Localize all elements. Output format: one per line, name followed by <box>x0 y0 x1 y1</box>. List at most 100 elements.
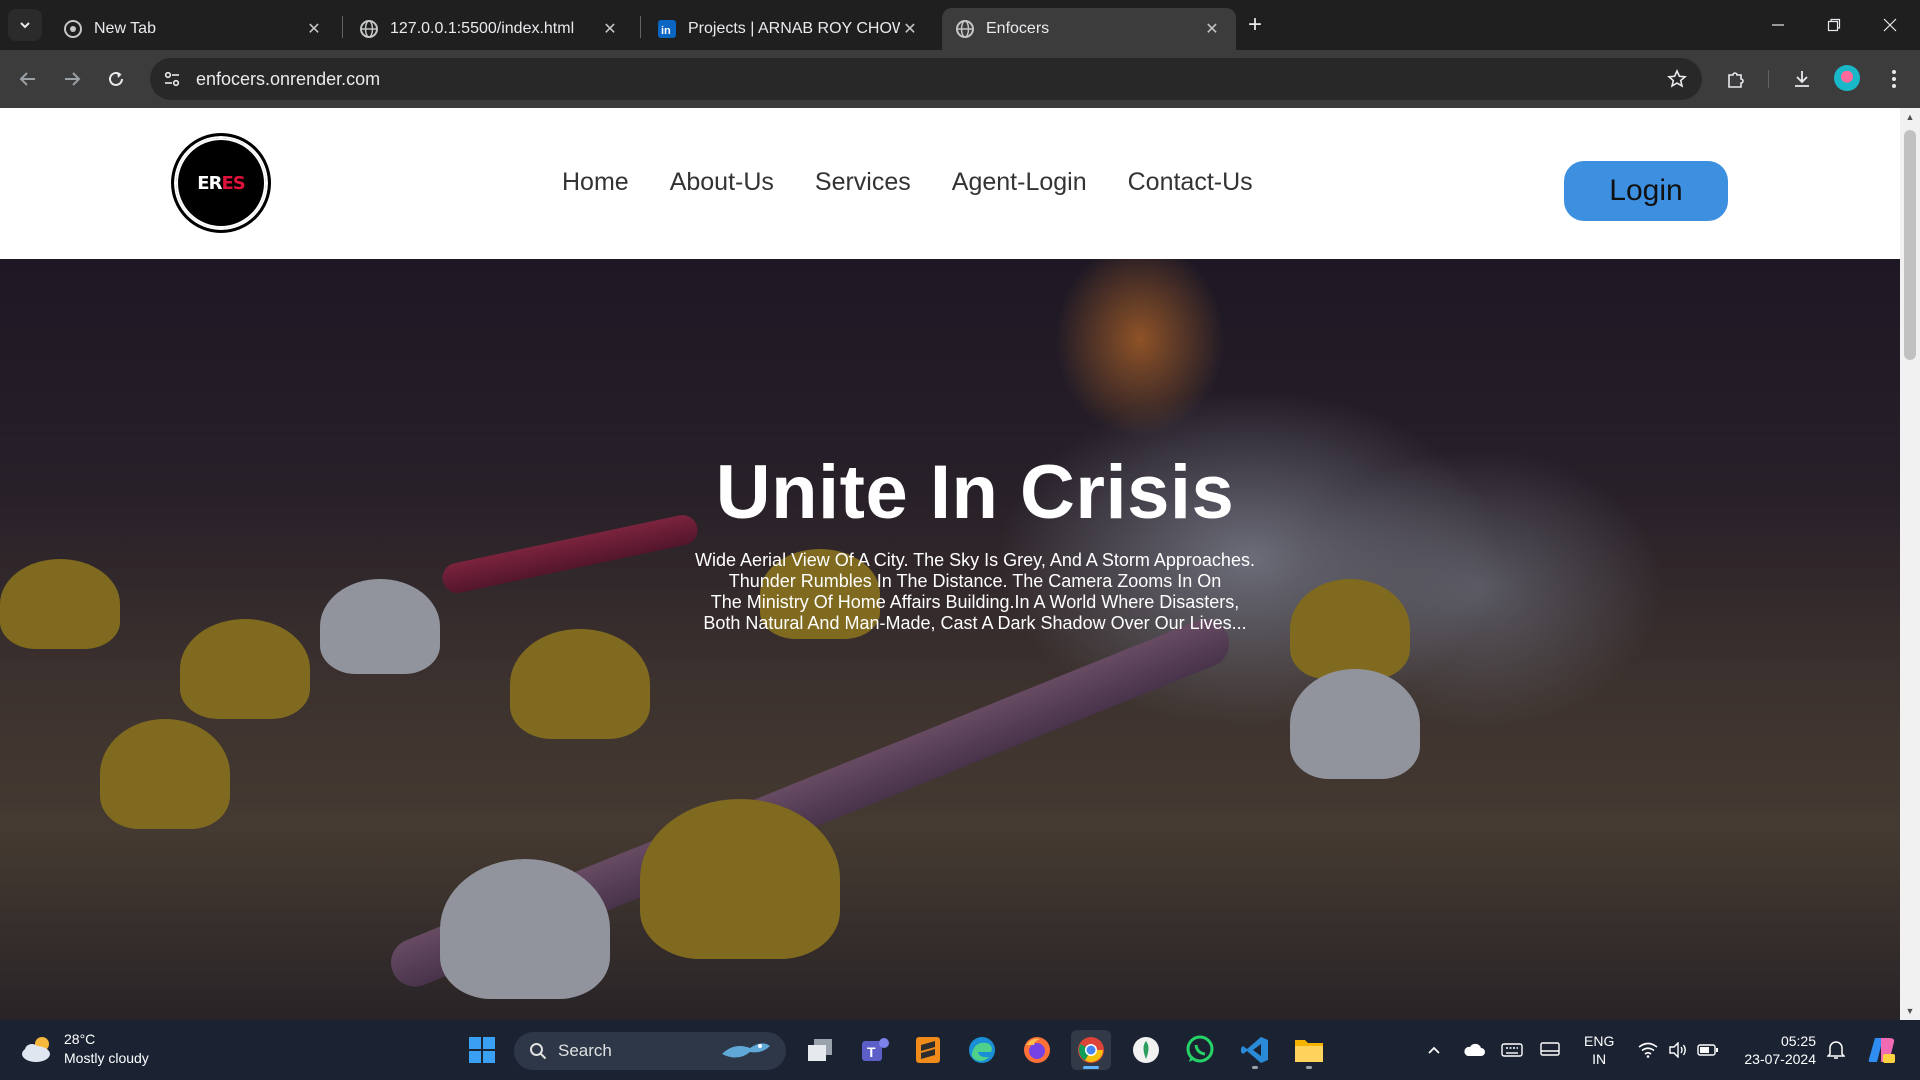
cloud-icon <box>20 1034 56 1064</box>
vpn-app[interactable] <box>1126 1030 1166 1070</box>
weather-widget[interactable]: 28°C Mostly cloudy <box>20 1030 149 1068</box>
battery-tray[interactable] <box>1694 1020 1722 1080</box>
cloud-icon <box>1464 1043 1485 1056</box>
nav-agent-login[interactable]: Agent-Login <box>952 168 1087 197</box>
lang-line2: IN <box>1592 1051 1607 1067</box>
hero-line: Both Natural And Man-Made, Cast A Dark S… <box>703 613 1247 633</box>
svg-text:T: T <box>867 1044 876 1060</box>
logo-wordmark: ERES <box>197 172 245 194</box>
forward-button[interactable] <box>56 63 88 95</box>
weather-desc: Mostly cloudy <box>64 1050 149 1066</box>
start-button[interactable] <box>462 1030 502 1070</box>
weather-temp: 28°C <box>64 1031 96 1047</box>
keyboard-tray[interactable] <box>1498 1020 1526 1080</box>
chevron-down-icon <box>20 22 30 29</box>
tab-separator <box>342 16 343 38</box>
tab-title: New Tab <box>94 20 156 37</box>
chrome-icon <box>1078 1037 1104 1063</box>
volume-tray[interactable] <box>1664 1020 1692 1080</box>
close-icon[interactable]: ✕ <box>304 19 324 39</box>
scroll-thumb[interactable] <box>1904 130 1916 360</box>
restore-button[interactable] <box>1806 0 1862 50</box>
reload-button[interactable] <box>100 63 132 95</box>
browser-toolbar: enfocers.onrender.com <box>0 50 1920 108</box>
shield-icon <box>1133 1037 1159 1063</box>
hero-line: The Ministry Of Home Affairs Building.In… <box>710 592 1240 612</box>
downloads-button[interactable] <box>1786 63 1818 95</box>
page-scrollbar[interactable]: ▲ ▼ <box>1900 108 1920 1020</box>
whatsapp-app[interactable] <box>1180 1030 1220 1070</box>
nav-contact-us[interactable]: Contact-Us <box>1128 168 1253 197</box>
nav-services[interactable]: Services <box>815 168 911 197</box>
firefox-app[interactable] <box>1017 1030 1057 1070</box>
search-placeholder: Search <box>558 1041 612 1060</box>
site-logo[interactable]: ERES <box>171 133 271 233</box>
close-icon[interactable]: ✕ <box>1202 19 1222 39</box>
toolbar-divider <box>1768 70 1769 88</box>
close-icon[interactable]: ✕ <box>600 19 620 39</box>
tray-overflow-button[interactable] <box>1422 1020 1446 1080</box>
chevron-up-icon <box>1428 1046 1440 1054</box>
wifi-icon <box>1638 1042 1658 1058</box>
nav-home[interactable]: Home <box>562 168 629 197</box>
puzzle-icon <box>1728 72 1744 88</box>
copilot-icon <box>1868 1038 1895 1063</box>
vscode-app[interactable] <box>1235 1030 1275 1070</box>
hero-line: Wide Aerial View Of A City. The Sky Is G… <box>695 550 1255 570</box>
bookmark-star-icon[interactable] <box>1666 68 1688 90</box>
close-icon[interactable]: ✕ <box>900 19 920 39</box>
back-button[interactable] <box>12 63 44 95</box>
main-nav: Home About-Us Services Agent-Login Conta… <box>562 168 1294 197</box>
login-button[interactable]: Login <box>1564 161 1728 221</box>
system-clock[interactable]: 05:25 23-07-2024 <box>1736 1032 1816 1068</box>
sublime-text-app[interactable] <box>908 1030 948 1070</box>
url-text[interactable]: enfocers.onrender.com <box>196 69 380 90</box>
tab-search-button[interactable] <box>8 9 42 41</box>
whatsapp-icon <box>1186 1035 1214 1063</box>
teams-app[interactable]: T <box>855 1030 895 1070</box>
edge-app[interactable] <box>962 1030 1002 1070</box>
extensions-button[interactable] <box>1720 63 1752 95</box>
nav-about-us[interactable]: About-Us <box>670 168 774 197</box>
address-bar[interactable]: enfocers.onrender.com <box>150 58 1702 100</box>
hero-section: Unite In Crisis Wide Aerial View Of A Ci… <box>0 259 1900 1020</box>
tab-linkedin[interactable]: in Projects | ARNAB ROY CHOWDHURY ✕ <box>644 8 934 50</box>
onedrive-tray[interactable] <box>1460 1020 1488 1080</box>
site-info-icon[interactable] <box>162 69 182 89</box>
display-tray[interactable] <box>1536 1020 1564 1080</box>
hero-overlay <box>0 259 1900 1020</box>
profile-avatar[interactable] <box>1834 65 1860 91</box>
scroll-down-arrow-icon[interactable]: ▼ <box>1900 1002 1920 1020</box>
browser-menu-button[interactable] <box>1878 63 1910 95</box>
tab-new-tab[interactable]: New Tab ✕ <box>50 8 338 50</box>
globe-icon <box>956 20 974 38</box>
keyboard-icon <box>1501 1043 1523 1057</box>
input-language[interactable]: ENG IN <box>1584 1032 1614 1068</box>
more-vertical-icon <box>1892 70 1896 88</box>
chrome-app[interactable] <box>1071 1030 1111 1070</box>
sublime-icon <box>916 1037 940 1063</box>
running-app-indicator <box>1252 1066 1258 1069</box>
file-explorer-app[interactable] <box>1289 1030 1329 1070</box>
tab-enfocers[interactable]: Enfocers ✕ <box>942 8 1236 50</box>
tab-title: Projects | ARNAB ROY CHOWDHURY <box>688 20 900 37</box>
minimize-button[interactable] <box>1750 0 1806 50</box>
logo-text-right: ES <box>221 172 245 194</box>
linkedin-icon: in <box>658 20 676 38</box>
globe-icon <box>360 20 378 38</box>
tab-title: 127.0.0.1:5500/index.html <box>390 20 575 37</box>
taskbar-search[interactable]: Search <box>514 1032 786 1070</box>
minimize-icon <box>1772 24 1784 26</box>
task-view-button[interactable] <box>800 1030 840 1070</box>
tab-localhost[interactable]: 127.0.0.1:5500/index.html ✕ <box>346 8 634 50</box>
site-header: ERES Home About-Us Services Agent-Login … <box>0 108 1900 259</box>
copilot-button[interactable] <box>1864 1020 1900 1080</box>
scroll-up-arrow-icon[interactable]: ▲ <box>1900 108 1920 126</box>
new-tab-button[interactable]: + <box>1240 11 1270 38</box>
notifications-button[interactable] <box>1822 1020 1850 1080</box>
wifi-tray[interactable] <box>1634 1020 1662 1080</box>
close-window-button[interactable] <box>1862 0 1918 50</box>
teams-icon: T <box>862 1038 889 1061</box>
arrow-right-icon <box>65 72 81 86</box>
search-highlight-icon <box>722 1043 770 1058</box>
